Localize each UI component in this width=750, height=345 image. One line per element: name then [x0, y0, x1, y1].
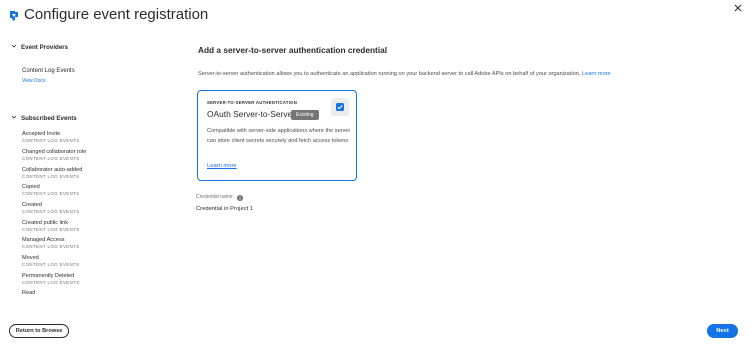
list-item: Copied CONTENT LOG EVENTS — [22, 184, 80, 197]
configure-event-registration-page: Configure event registration Event Provi… — [0, 0, 750, 345]
event-name: Managed Access — [22, 237, 65, 243]
event-source: CONTENT LOG EVENTS — [22, 191, 80, 196]
event-providers-label: Event Providers — [21, 44, 69, 51]
event-name: Changed collaborator role — [22, 149, 87, 155]
list-item: Created public link CONTENT LOG EVENTS — [22, 220, 80, 233]
list-item: Read — [22, 290, 35, 297]
event-source: CONTENT LOG EVENTS — [22, 227, 80, 232]
event-source: CONTENT LOG EVENTS — [22, 209, 80, 214]
description-text: Server-to-server authentication allows y… — [198, 71, 581, 77]
selected-checkbox[interactable] — [336, 103, 344, 111]
info-icon[interactable] — [237, 195, 243, 201]
event-name: Collaborator auto-added — [22, 167, 83, 173]
card-description: Compatible with server-side applications… — [207, 128, 351, 144]
list-item: Collaborator auto-added CONTENT LOG EVEN… — [22, 167, 82, 180]
list-item: Accepted Invite CONTENT LOG EVENTS — [22, 131, 80, 144]
event-name: Created — [22, 202, 42, 208]
return-to-browse-button[interactable]: Return to Browse — [9, 324, 69, 338]
list-item: Permanently Deleted CONTENT LOG EVENTS — [22, 273, 80, 286]
close-icon[interactable] — [732, 2, 744, 14]
selection-area — [331, 98, 349, 116]
section-description: Server-to-server authentication allows y… — [198, 71, 611, 77]
view-docs-link[interactable]: View Docs — [22, 78, 46, 84]
list-item: Changed collaborator role CONTENT LOG EV… — [22, 149, 86, 162]
subscribed-events-label: Subscribed Events — [21, 115, 77, 122]
event-name: Moved — [22, 255, 39, 261]
event-providers-heading[interactable]: Event Providers — [11, 43, 68, 51]
event-source: CONTENT LOG EVENTS — [22, 174, 80, 179]
event-name: Read — [22, 290, 36, 296]
event-source: CONTENT LOG EVENTS — [22, 156, 80, 161]
event-source: CONTENT LOG EVENTS — [22, 244, 80, 249]
card-learn-more-link[interactable]: Learn more — [207, 163, 237, 169]
app-logo-icon — [10, 11, 18, 21]
chevron-down-icon — [11, 44, 17, 48]
event-source: CONTENT LOG EVENTS — [22, 280, 80, 285]
card-title: OAuth Server-to-Server — [207, 109, 295, 119]
learn-more-link[interactable]: Learn more — [582, 71, 611, 77]
event-name: Permanently Deleted — [22, 273, 75, 279]
credential-name-label: Credential name — [196, 194, 233, 200]
event-source: CONTENT LOG EVENTS — [22, 138, 80, 143]
page-title: Configure event registration — [24, 6, 209, 23]
status-badge: Existing — [291, 110, 319, 120]
list-item: Created CONTENT LOG EVENTS — [22, 202, 80, 215]
event-name: Copied — [22, 184, 40, 190]
event-name: Accepted Invite — [22, 131, 61, 137]
credential-name-value: Credential in Project 1 — [196, 206, 254, 212]
oauth-credential-card[interactable]: SERVER-TO-SERVER AUTHENTICATION OAuth Se… — [197, 90, 357, 181]
list-item: Managed Access CONTENT LOG EVENTS — [22, 237, 80, 250]
event-name: Created public link — [22, 220, 69, 226]
list-item: Moved CONTENT LOG EVENTS — [22, 255, 80, 268]
subscribed-events-heading[interactable]: Subscribed Events — [11, 114, 77, 122]
chevron-down-icon — [11, 115, 17, 119]
card-overline: SERVER-TO-SERVER AUTHENTICATION — [207, 100, 298, 105]
section-heading: Add a server-to-server authentication cr… — [198, 45, 388, 55]
event-source: CONTENT LOG EVENTS — [22, 262, 80, 267]
next-button[interactable]: Next — [707, 324, 738, 338]
provider-name: Content Log Events — [22, 68, 75, 74]
checkmark-icon — [337, 105, 343, 110]
header: Configure event registration — [0, 0, 750, 32]
